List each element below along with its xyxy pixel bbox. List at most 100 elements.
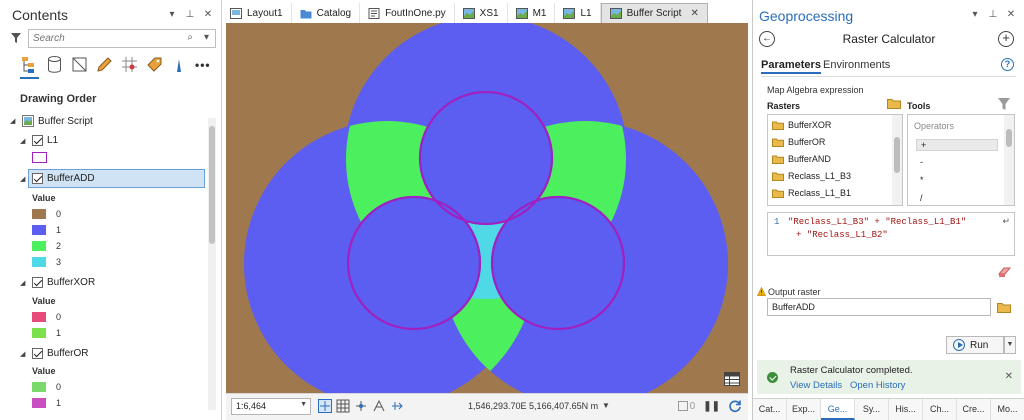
dock-tab-create[interactable]: Cre... xyxy=(957,399,991,420)
visibility-checkbox[interactable] xyxy=(32,173,43,184)
help-icon[interactable]: ? xyxy=(1001,58,1014,71)
pin-icon[interactable]: ⊥ xyxy=(988,9,998,20)
dock-tab-geoprocessing[interactable]: Ge... xyxy=(821,399,855,420)
contents-scrollbar[interactable] xyxy=(208,118,216,410)
layer-row-bufferor[interactable]: ◢ BufferOR xyxy=(20,348,89,359)
tools-list[interactable]: Operators + - * / xyxy=(907,114,1015,206)
fixed-zoom-icon[interactable] xyxy=(318,399,332,413)
dock-tab-modify[interactable]: Mo... xyxy=(991,399,1024,420)
legend-class[interactable]: 0 xyxy=(32,209,61,219)
color-swatch[interactable] xyxy=(32,257,46,267)
navigate-icon[interactable] xyxy=(390,399,404,413)
collapse-caret-icon[interactable]: ◢ xyxy=(20,137,28,145)
output-raster-field[interactable]: BufferADD xyxy=(767,298,991,316)
rasters-list[interactable]: BufferXOR BufferOR BufferAND Reclass_L1_… xyxy=(767,114,903,206)
list-item[interactable]: Reclass_L1_B3 xyxy=(772,171,851,181)
refresh-icon[interactable] xyxy=(728,399,742,413)
menu-chevron-icon[interactable]: ▾ xyxy=(167,9,177,20)
eraser-icon[interactable] xyxy=(998,266,1012,278)
coordinate-format-chevron-icon[interactable]: ▼ xyxy=(602,401,610,410)
map-node[interactable]: ◢ Buffer Script xyxy=(10,115,93,127)
close-icon[interactable]: ✕ xyxy=(203,9,213,20)
pause-drawing-icon[interactable]: ❚❚ xyxy=(703,401,720,412)
tab-l1[interactable]: L1 xyxy=(555,3,601,23)
dock-tab-history[interactable]: His... xyxy=(889,399,923,420)
list-by-selection-button[interactable] xyxy=(70,55,89,74)
legend-class[interactable]: 3 xyxy=(32,257,61,267)
more-options-icon[interactable]: ••• xyxy=(195,58,211,72)
search-box[interactable]: ⌕ ▾ xyxy=(28,29,216,48)
tools-scrollbar[interactable] xyxy=(1004,115,1014,205)
tab-environments[interactable]: Environments xyxy=(823,59,890,71)
close-message-icon[interactable]: ✕ xyxy=(1005,371,1013,382)
dock-tab-explore[interactable]: Exp... xyxy=(787,399,821,420)
visibility-checkbox[interactable] xyxy=(32,277,43,288)
legend-class[interactable]: 1 xyxy=(32,398,61,408)
chevron-down-icon[interactable]: ▼ xyxy=(300,401,307,408)
open-history-link[interactable]: Open History xyxy=(850,380,905,391)
constraints-icon[interactable] xyxy=(372,399,386,413)
browse-folder-icon[interactable] xyxy=(997,302,1011,313)
snapping-toggle-icon[interactable] xyxy=(354,399,368,413)
list-item[interactable]: BufferOR xyxy=(772,137,825,147)
search-icon[interactable]: ⌕ xyxy=(187,32,193,43)
search-input[interactable] xyxy=(29,30,169,47)
tab-foutinone-py[interactable]: FoutInOne.py xyxy=(360,3,455,23)
search-options-chevron-icon[interactable]: ▾ xyxy=(204,32,209,43)
tab-layout1[interactable]: Layout1 xyxy=(222,3,292,23)
visibility-checkbox[interactable] xyxy=(32,348,43,359)
legend-class[interactable]: 2 xyxy=(32,241,61,251)
collapse-caret-icon[interactable]: ◢ xyxy=(20,350,28,358)
tab-catalog[interactable]: Catalog xyxy=(292,3,361,23)
selected-features-count[interactable]: 0 xyxy=(677,401,695,412)
filter-icon[interactable] xyxy=(10,32,22,44)
run-options-chevron-icon[interactable]: ▼ xyxy=(1004,336,1016,354)
tab-parameters[interactable]: Parameters xyxy=(761,59,821,74)
operator-item[interactable]: * xyxy=(916,175,998,185)
tab-m1[interactable]: M1 xyxy=(508,3,556,23)
color-swatch[interactable] xyxy=(32,312,46,322)
color-swatch[interactable] xyxy=(32,241,46,251)
legend-class[interactable]: 0 xyxy=(32,312,61,322)
operator-item[interactable]: - xyxy=(916,157,998,167)
pin-icon[interactable]: ⊥ xyxy=(185,9,195,20)
color-swatch[interactable] xyxy=(32,382,46,392)
list-by-perspective-button[interactable] xyxy=(170,55,189,74)
rasters-scrollbar[interactable] xyxy=(892,115,902,205)
expression-editor[interactable]: 1 "Reclass_L1_B3" + "Reclass_L1_B1" + "R… xyxy=(767,212,1015,256)
collapse-caret-icon[interactable]: ◢ xyxy=(20,175,28,183)
list-by-snapping-button[interactable] xyxy=(120,55,139,74)
list-by-data-source-button[interactable] xyxy=(45,55,64,74)
scrollbar-thumb[interactable] xyxy=(894,137,900,173)
legend-class[interactable]: 0 xyxy=(32,382,61,392)
list-item[interactable]: Reclass_L1_B1 xyxy=(772,188,851,198)
dock-tab-catalog[interactable]: Cat... xyxy=(753,399,787,420)
operator-item[interactable]: / xyxy=(916,193,998,203)
list-by-labeling-button[interactable] xyxy=(145,55,164,74)
layer-row-l1[interactable]: ◢ L1 xyxy=(20,135,58,146)
list-item[interactable]: BufferXOR xyxy=(772,120,831,130)
scrollbar-thumb[interactable] xyxy=(209,126,215,244)
l1-symbol-swatch[interactable] xyxy=(32,152,47,163)
attribute-table-icon[interactable] xyxy=(724,372,740,386)
collapse-caret-icon[interactable]: ◢ xyxy=(10,117,18,125)
dock-tab-symbology[interactable]: Sy... xyxy=(855,399,889,420)
menu-chevron-icon[interactable]: ▾ xyxy=(970,9,980,20)
scale-dropdown[interactable]: 1:6,464 ▼ xyxy=(231,398,311,415)
legend-class[interactable]: 1 xyxy=(32,225,61,235)
color-swatch[interactable] xyxy=(32,328,46,338)
close-tab-icon[interactable]: ✕ xyxy=(690,8,698,19)
dock-tab-chart[interactable]: Ch... xyxy=(923,399,957,420)
scrollbar-thumb[interactable] xyxy=(1006,129,1012,147)
raster-map-canvas[interactable] xyxy=(226,23,748,393)
tab-xs1[interactable]: XS1 xyxy=(455,3,508,23)
run-button[interactable]: Run xyxy=(946,336,1004,354)
visibility-checkbox[interactable] xyxy=(32,135,43,146)
color-swatch[interactable] xyxy=(32,209,46,219)
color-swatch[interactable] xyxy=(32,225,46,235)
layer-row-bufferxor[interactable]: ◢ BufferXOR xyxy=(20,277,95,288)
list-by-drawing-order-button[interactable] xyxy=(20,55,39,79)
layer-row-bufferadd[interactable]: ◢ BufferADD xyxy=(20,173,95,184)
operator-item[interactable]: + xyxy=(916,139,998,151)
list-by-editing-button[interactable] xyxy=(95,55,114,74)
